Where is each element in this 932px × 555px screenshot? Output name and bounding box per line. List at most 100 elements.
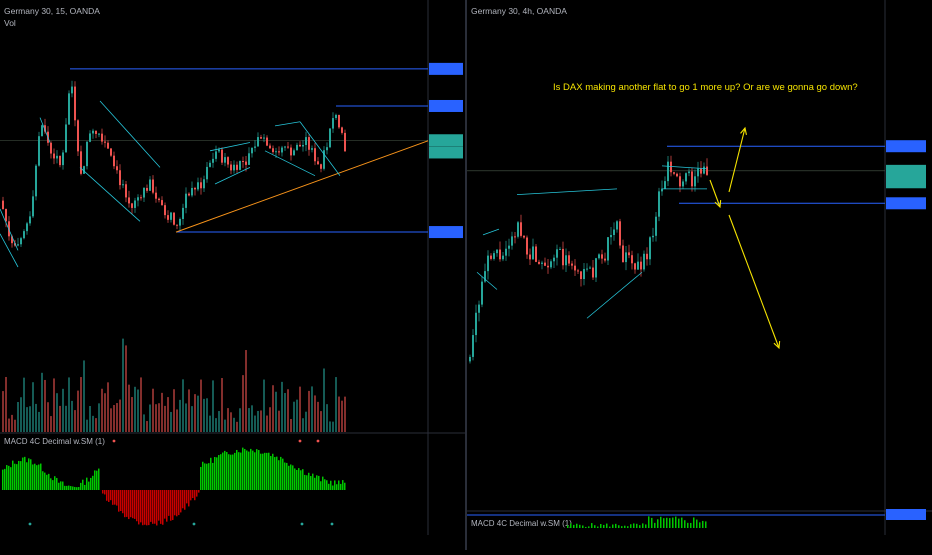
candle-body: [332, 118, 334, 129]
macd-bar: [26, 462, 28, 490]
volume-bar: [89, 406, 91, 432]
macd-bar: [292, 465, 294, 490]
candle-body: [290, 148, 292, 156]
volume-bar: [164, 406, 166, 432]
candle-body: [335, 115, 337, 118]
macd-bar: [40, 464, 42, 490]
candle-body: [137, 197, 139, 200]
macd-bar: [72, 486, 74, 490]
volume-bar: [77, 391, 79, 432]
volume-bar: [281, 382, 283, 432]
candle-body: [688, 171, 690, 173]
macd-bar: [300, 470, 302, 490]
macd-bar: [597, 527, 599, 528]
candle-body: [248, 153, 250, 165]
macd-bar: [170, 490, 172, 521]
candle-body: [499, 250, 501, 260]
macd-bar: [338, 480, 340, 490]
candle-body: [113, 156, 115, 167]
macd-bar: [286, 463, 288, 490]
volume-bar: [68, 377, 70, 432]
volume-bar: [86, 420, 88, 432]
candle-body: [299, 145, 301, 147]
macd-bar: [624, 526, 626, 528]
macd-bar: [22, 458, 24, 490]
chart-canvas-4h[interactable]: Germany 30, 4h, OANDA Is DAX making anot…: [467, 0, 932, 550]
price-badge: [886, 140, 926, 152]
macd-bar: [192, 490, 194, 498]
candle-body: [167, 215, 169, 220]
macd-bar: [705, 521, 707, 528]
volume-bar: [203, 399, 205, 432]
chart-canvas-15m[interactable]: Germany 30, 15, OANDA Vol MACD 4C Decima…: [0, 0, 465, 550]
volume-bar: [62, 389, 64, 432]
volume-bar: [38, 412, 40, 432]
chart-pane-dax-15m[interactable]: Germany 30, 15, OANDA Vol MACD 4C Decima…: [0, 0, 465, 550]
candle-body: [341, 127, 343, 133]
candle-body: [218, 150, 220, 152]
candle-body: [550, 261, 552, 267]
volume-bar: [278, 411, 280, 432]
candle-body: [278, 151, 280, 152]
chart-pane-dax-4h[interactable]: Germany 30, 4h, OANDA Is DAX making anot…: [467, 0, 932, 550]
candle-body: [523, 236, 525, 238]
volume-bar: [173, 389, 175, 432]
macd-bar: [276, 457, 278, 490]
macd-label-4h: MACD 4C Decimal w.SM (1): [471, 519, 572, 528]
volume-bar: [143, 414, 145, 432]
candle-body: [242, 161, 244, 162]
candle-body: [317, 161, 319, 164]
macd-bar: [184, 490, 186, 510]
candle-body: [553, 258, 555, 262]
candle-body: [700, 169, 702, 174]
volume-bar: [23, 378, 25, 432]
volume-bar: [308, 391, 310, 432]
volume-bar: [5, 377, 7, 432]
macd-bar: [336, 484, 338, 490]
macd-bar: [214, 457, 216, 490]
candle-body: [128, 197, 130, 203]
candle-body: [281, 148, 283, 153]
volume-bar: [176, 409, 178, 432]
macd-bar: [148, 490, 150, 525]
macd-bar: [324, 479, 326, 490]
macd-bar: [582, 525, 584, 528]
volume-bar: [236, 422, 238, 432]
macd-bar: [666, 518, 668, 528]
macd-bar: [342, 480, 344, 490]
candle-body: [487, 256, 489, 272]
candle-body: [107, 143, 109, 149]
candle-body: [260, 137, 262, 139]
macd-bar: [316, 475, 318, 490]
macd-bar: [232, 455, 234, 490]
macd-bar: [86, 478, 88, 490]
candle-body: [694, 176, 696, 186]
macd-bar: [278, 460, 280, 490]
candle-body: [625, 252, 627, 262]
macd-signal-dot: [29, 523, 32, 526]
macd-bar: [56, 478, 58, 490]
macd-bar: [216, 457, 218, 490]
macd-bar: [262, 454, 264, 490]
candle-body: [74, 87, 76, 121]
macd-bar: [62, 482, 64, 490]
candle-body: [62, 152, 64, 165]
macd-bar: [112, 490, 114, 505]
macd-bar: [699, 522, 701, 528]
macd-bar: [615, 524, 617, 528]
macd-bar: [30, 459, 32, 490]
volume-bar: [47, 402, 49, 432]
candle-body: [221, 150, 223, 163]
macd-bar: [198, 490, 200, 493]
volume-bar: [65, 406, 67, 432]
price-badge: [429, 100, 463, 112]
macd-bar: [200, 467, 202, 490]
macd-bar: [2, 470, 4, 490]
volume-bar: [185, 403, 187, 432]
candle-body: [514, 236, 516, 237]
macd-bar: [58, 483, 60, 490]
candle-body: [275, 151, 277, 152]
volume-bar: [8, 419, 10, 432]
macd-bar: [284, 463, 286, 490]
macd-bar: [132, 490, 134, 518]
